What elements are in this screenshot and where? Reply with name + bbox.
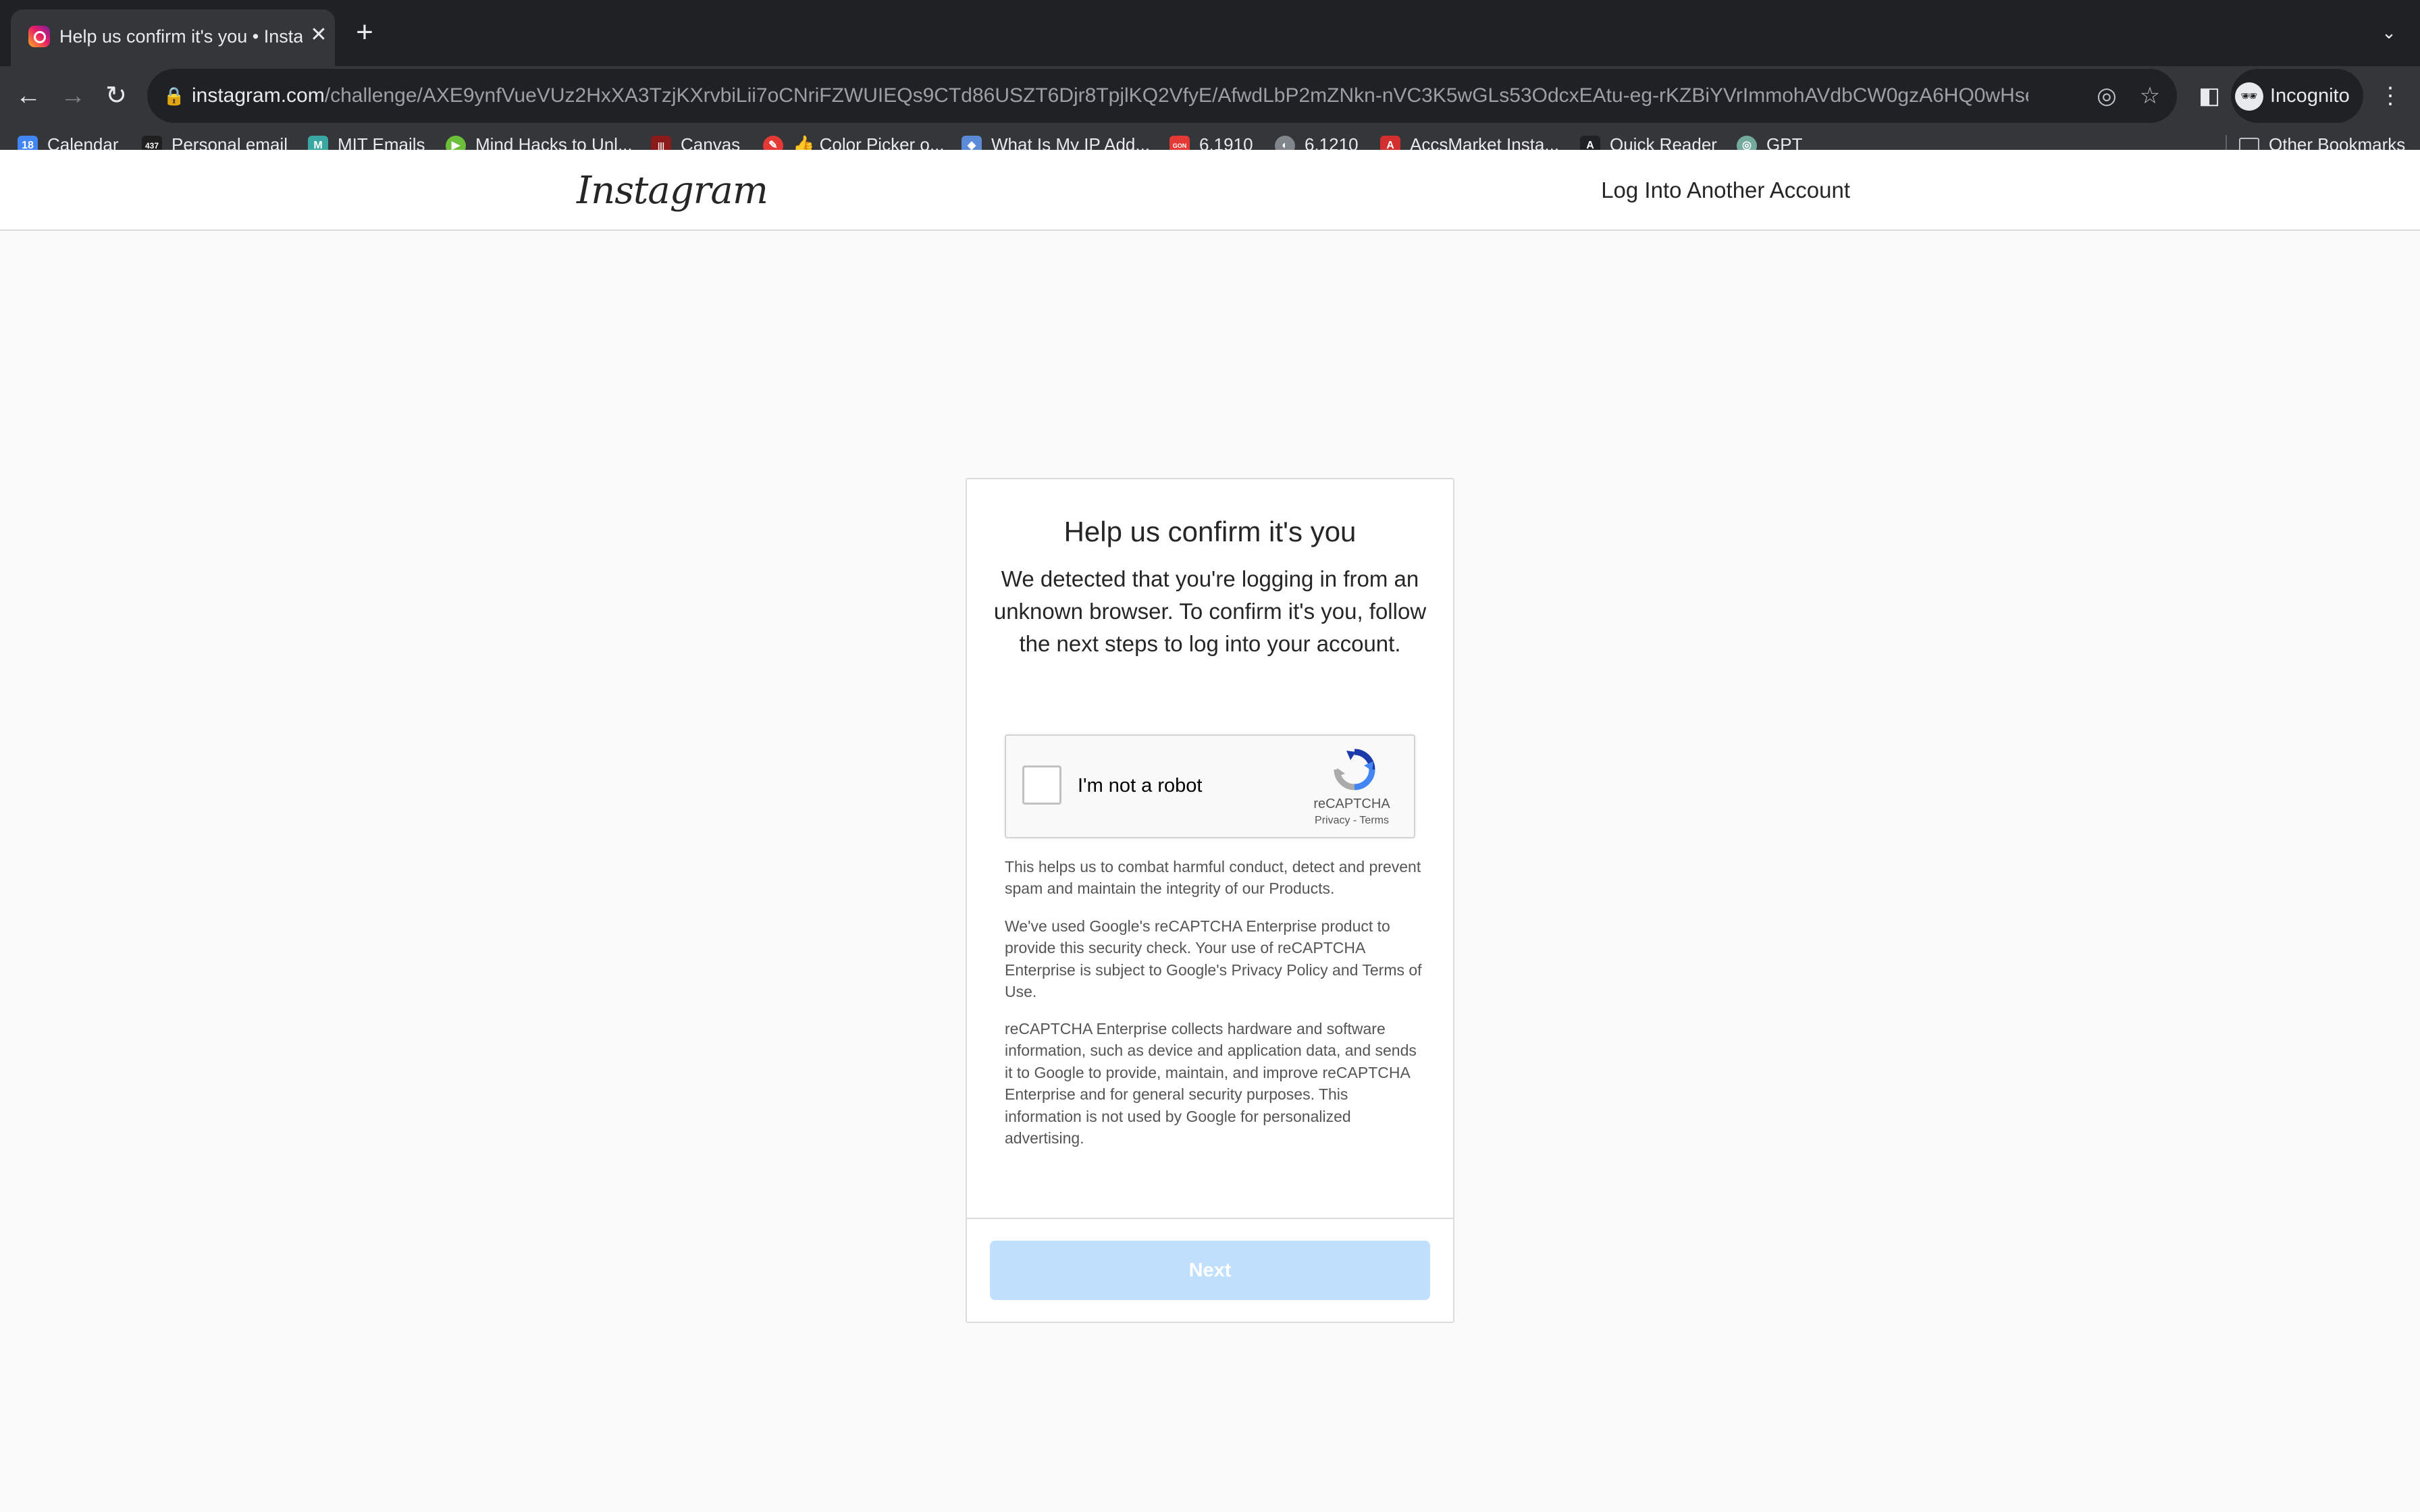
lock-icon[interactable]: 🔒 xyxy=(162,84,186,108)
browser-tab-strip: Help us confirm it's you • Instagram ✕ +… xyxy=(0,0,2420,66)
page-title: Help us confirm it's you xyxy=(1063,516,1357,547)
instagram-logo[interactable]: Instagram xyxy=(577,167,768,215)
close-tab-icon[interactable]: ✕ xyxy=(305,22,332,49)
log-into-another-account-link[interactable]: Log Into Another Account xyxy=(1580,176,1850,205)
instagram-header: Instagram Log Into Another Account xyxy=(0,150,2420,231)
tab-search-chevron-icon[interactable]: ⌄ xyxy=(2375,19,2402,46)
new-tab-button[interactable]: + xyxy=(350,18,379,47)
recaptcha-logo-icon xyxy=(1334,749,1375,790)
browser-tab[interactable]: Help us confirm it's you • Instagram ✕ xyxy=(11,9,335,66)
card-divider xyxy=(967,1218,1453,1219)
url-text[interactable]: instagram.com/challenge/AXE9ynfVueVUz2Hx… xyxy=(192,82,2028,109)
challenge-card: Help us confirm it's you We detected tha… xyxy=(966,478,1454,1323)
address-bar[interactable]: 🔒 instagram.com/challenge/AXE9ynfVueVUz2… xyxy=(147,69,2177,123)
side-panel-icon[interactable]: ◧ xyxy=(2193,80,2226,112)
recaptcha-brand: reCAPTCHA xyxy=(1313,796,1390,811)
recaptcha-privacy-terms-links[interactable]: Privacy - Terms xyxy=(1292,813,1411,829)
back-button[interactable]: ← xyxy=(9,77,47,115)
next-button[interactable]: Next xyxy=(990,1241,1430,1300)
challenge-description: We detected that you're logging in from … xyxy=(993,566,1427,656)
profile-label: Incognito xyxy=(2270,85,2350,107)
incognito-icon: 🕶 xyxy=(2235,82,2263,111)
recaptcha-widget: I'm not a robot reCAPTCHA Privacy - Term… xyxy=(1005,734,1415,838)
fine-print-1: This helps us to combat harmful conduct,… xyxy=(1005,858,1421,898)
reload-button[interactable]: ↻ xyxy=(97,77,135,115)
recaptcha-checkbox[interactable] xyxy=(1022,765,1061,805)
instagram-favicon-icon xyxy=(28,26,50,47)
bookmark-star-icon[interactable]: ☆ xyxy=(2135,81,2165,111)
browser-menu-icon[interactable]: ⋮ xyxy=(2374,80,2406,112)
fine-print-2: We've used Google's reCAPTCHA Enterprise… xyxy=(1005,917,1422,1001)
fine-print-3: reCAPTCHA Enterprise collects hardware a… xyxy=(1005,1020,1417,1148)
incognito-profile-button[interactable]: 🕶 Incognito xyxy=(2231,69,2363,123)
tab-title: Help us confirm it's you • Instagram xyxy=(59,26,302,47)
browser-toolbar: ← → ↻ 🔒 instagram.com/challenge/AXE9ynfV… xyxy=(0,66,2420,163)
eye-slash-icon[interactable]: ◎ xyxy=(2092,81,2122,111)
forward-button[interactable]: → xyxy=(54,77,92,115)
recaptcha-label: I'm not a robot xyxy=(1078,775,1203,796)
